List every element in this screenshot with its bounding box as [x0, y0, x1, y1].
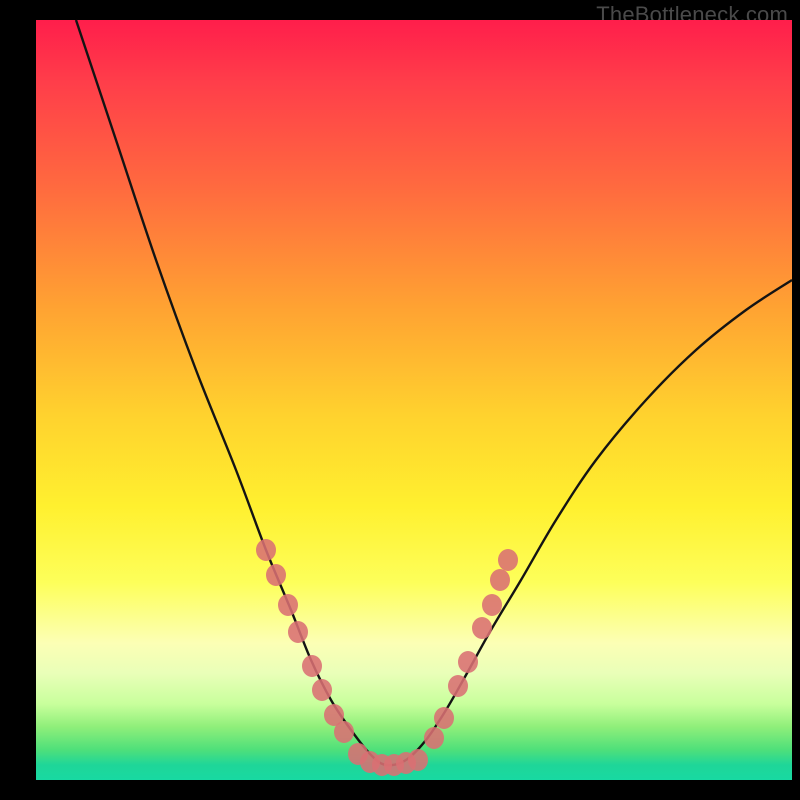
- highlight-marker: [256, 539, 276, 561]
- highlight-marker: [498, 549, 518, 571]
- highlight-marker: [490, 569, 510, 591]
- highlight-marker: [288, 621, 308, 643]
- highlight-marker: [482, 594, 502, 616]
- highlight-marker: [278, 594, 298, 616]
- highlight-marker: [448, 675, 468, 697]
- highlight-marker: [458, 651, 478, 673]
- chart-frame: TheBottleneck.com: [0, 0, 800, 800]
- highlight-marker: [408, 749, 428, 771]
- highlight-marker: [434, 707, 454, 729]
- highlight-marker: [472, 617, 492, 639]
- plot-area: [36, 20, 792, 780]
- highlight-marker: [302, 655, 322, 677]
- highlight-marker: [266, 564, 286, 586]
- curve-svg: [36, 20, 792, 780]
- highlight-marker: [424, 727, 444, 749]
- bottleneck-curve: [76, 20, 792, 765]
- highlight-marker: [334, 721, 354, 743]
- marker-group: [256, 539, 518, 776]
- highlight-marker: [312, 679, 332, 701]
